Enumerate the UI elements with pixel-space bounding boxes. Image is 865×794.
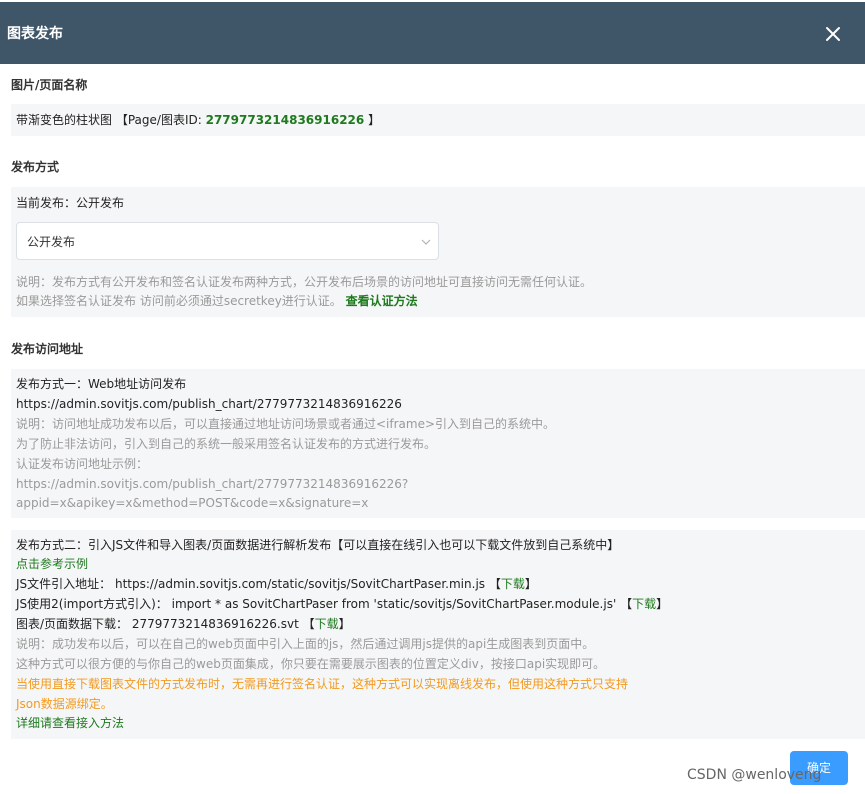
js-url: https://admin.sovitjs.com/static/sovitjs… <box>115 577 486 591</box>
data-file: 2779773214836916226.svt <box>131 617 299 631</box>
js-url-label: JS文件引入地址： <box>16 577 112 591</box>
publish-method-select[interactable]: 公开发布 <box>16 222 439 260</box>
bracket-open: 【 <box>620 597 633 611</box>
address-section-title: 发布访问地址 <box>11 342 84 356</box>
web-publish-box: 发布方式一：Web地址访问发布 https://admin.sovitjs.co… <box>11 369 865 518</box>
chart-id: 2779773214836916226 <box>205 113 365 127</box>
method-box: 当前发布：公开发布 公开发布 说明：发布方式有公开发布和签名认证发布两种方式，公… <box>11 187 865 317</box>
js-download-link[interactable]: 下载 <box>501 577 525 591</box>
bracket-close: 】 <box>656 597 669 611</box>
module-download-link[interactable]: 下载 <box>632 597 656 611</box>
chart-name-line: 带渐变色的柱状图 【Page/图表ID: 2779773214836916226… <box>16 112 380 128</box>
chart-id-suffix: 】 <box>368 113 381 127</box>
js-note-2: 这种方式可以很方便的与你自己的web页面集成，你只要在需要展示图表的位置定义di… <box>16 657 606 671</box>
watermark: CSDN @wenloveng <box>687 767 822 783</box>
auth-example-label: 认证发布访问地址示例： <box>16 457 149 471</box>
detail-access-link[interactable]: 详细请查看接入方法 <box>16 715 124 731</box>
data-label: 图表/页面数据下载： <box>16 617 129 631</box>
select-value: 公开发布 <box>27 235 76 249</box>
name-box: 带渐变色的柱状图 【Page/图表ID: 2779773214836916226… <box>11 104 865 136</box>
js-publish-box: 发布方式二：引入JS文件和导入图表/页面数据进行解析发布【可以直接在线引入也可以… <box>11 530 865 739</box>
auth-example-params: appid=x&apikey=x&method=POST&code=x&sign… <box>16 496 369 510</box>
current-method-label: 当前发布：公开发布 <box>16 196 125 210</box>
auth-example-url: https://admin.sovitjs.com/publish_chart/… <box>16 477 409 491</box>
method-desc-2-line: 如果选择签名认证发布 访问前必须通过secretkey进行认证。 查看认证方法 <box>16 293 418 309</box>
close-icon[interactable] <box>823 24 843 44</box>
js-warning-2: Json数据源绑定。 <box>16 697 113 711</box>
name-section-title: 图片/页面名称 <box>11 78 88 92</box>
chart-name: 带渐变色的柱状图 <box>16 113 113 127</box>
bracket-close: 】 <box>338 617 351 631</box>
import-label: JS使用2(import方式引入)： <box>16 597 168 611</box>
bracket-open: 【 <box>488 577 501 591</box>
web-publish-url[interactable]: https://admin.sovitjs.com/publish_chart/… <box>16 396 402 412</box>
dialog-title: 图表发布 <box>7 26 63 42</box>
method-desc-1: 说明：发布方式有公开发布和签名认证发布两种方式，公开发布后场景的访问地址可直接访… <box>16 275 593 289</box>
js-publish-heading: 发布方式二：引入JS文件和导入图表/页面数据进行解析发布【可以直接在线引入也可以… <box>16 538 620 552</box>
dialog-header: 图表发布 <box>0 2 865 64</box>
js-url-line: JS文件引入地址： https://admin.sovitjs.com/stat… <box>16 576 537 592</box>
reference-example-link[interactable]: 点击参考示例 <box>16 556 88 572</box>
js-note-1: 说明：成功发布以后，可以在自己的web页面中引入上面的js，然后通过调用js提供… <box>16 637 595 651</box>
web-note-2: 为了防止非法访问，引入到自己的系统一般采用签名认证发布的方式进行发布。 <box>16 437 437 451</box>
method-desc-2: 如果选择签名认证发布 访问前必须通过secretkey进行认证。 <box>16 294 342 308</box>
chart-id-prefix: 【Page/图表ID: <box>115 113 202 127</box>
import-line: JS使用2(import方式引入)： import * as SovitChar… <box>16 596 668 612</box>
web-publish-heading: 发布方式一：Web地址访问发布 <box>16 377 187 391</box>
data-download-line: 图表/页面数据下载： 2779773214836916226.svt 【下载】 <box>16 616 351 632</box>
web-note-1: 说明：访问地址成功发布以后，可以直接通过地址访问场景或者通过<iframe>引入… <box>16 417 556 431</box>
method-section-title: 发布方式 <box>11 160 60 174</box>
data-download-link[interactable]: 下载 <box>315 617 339 631</box>
chevron-down-icon <box>420 236 432 248</box>
bracket-close: 】 <box>524 577 537 591</box>
bracket-open: 【 <box>302 617 315 631</box>
js-warning-1: 当使用直接下载图表文件的方式发布时，无需再进行签名认证，这种方式可以实现离线发布… <box>16 677 629 691</box>
auth-method-link[interactable]: 查看认证方法 <box>346 294 418 308</box>
import-code: import * as SovitChartPaser from 'static… <box>171 597 617 611</box>
